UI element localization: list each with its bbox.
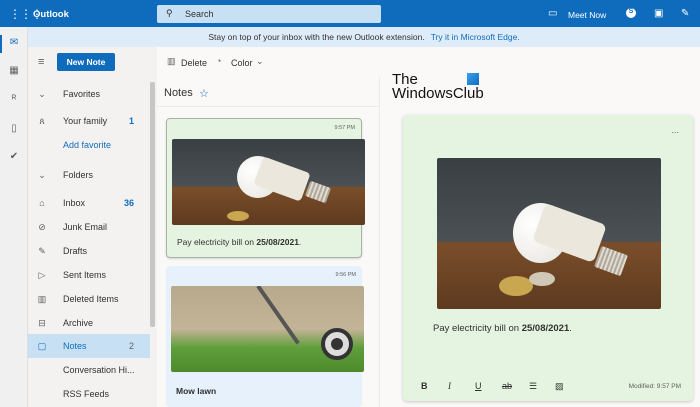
send-icon: ▷ — [38, 270, 46, 280]
delete-button[interactable]: Delete — [181, 58, 207, 68]
favorites-header[interactable]: ⌄ Favorites — [28, 82, 150, 106]
top-bar: ⋮⋮⋮ Outlook ⚲ Search ▭ Meet Now S ▣ ✎ — [0, 0, 700, 27]
note-card[interactable]: 9:57 PM Pay electricity bill on 25/08/20… — [166, 118, 365, 258]
video-icon[interactable]: ▭ — [548, 8, 557, 19]
sidebar-item-inbox[interactable]: ⌂ Inbox 36 — [28, 191, 150, 215]
note-icon: ▢ — [37, 341, 47, 351]
search-placeholder: Search — [185, 9, 214, 19]
chevron-down-icon: ⌄ — [38, 89, 46, 99]
note-text: Pay electricity bill on 25/08/2021. — [177, 237, 302, 247]
sidebar-item-sent[interactable]: ▷ Sent Items — [28, 263, 150, 287]
image-icon[interactable]: ▨ — [555, 381, 564, 392]
underline-button[interactable]: U — [475, 381, 482, 391]
app-rail: ✉ ▦ ᴿ ▯ ✔ — [0, 27, 28, 407]
mail-icon[interactable]: ✉ — [6, 37, 22, 48]
lightbulb-image — [437, 158, 661, 309]
folder-pane: ≡ New Note ⌄ Favorites ጰ Your family 1 Add … — [28, 47, 157, 407]
trash-icon: ▥ — [167, 56, 176, 66]
block-icon: ⊘ — [38, 222, 46, 232]
search-input[interactable]: ⚲ Search — [157, 5, 381, 23]
color-button[interactable]: Color — [231, 58, 253, 68]
meet-now-button[interactable]: Meet Now — [568, 10, 606, 20]
trash-icon: ▥ — [37, 294, 47, 304]
archive-icon: ⊟ — [38, 318, 46, 328]
sidebar-item-rss[interactable]: RSS Feeds — [28, 382, 150, 406]
note-text: Mow lawn — [176, 386, 217, 396]
hamburger-icon[interactable]: ≡ — [38, 56, 44, 68]
feedback-icon[interactable]: ✎ — [681, 8, 689, 19]
attachment-icon[interactable]: ▯ — [6, 123, 22, 134]
chevron-down-icon: ⌄ — [256, 56, 264, 66]
try-edge-link[interactable]: Try it in Microsoft Edge. — [431, 32, 520, 42]
italic-button[interactable]: I — [448, 381, 451, 391]
sidebar-item-junk[interactable]: ⊘ Junk Email — [28, 215, 150, 239]
list-title: Notes — [164, 87, 193, 99]
lightbulb-image — [172, 139, 365, 225]
group-icon: ጰ — [39, 116, 45, 126]
more-options-button[interactable]: ... — [671, 125, 679, 135]
people-icon[interactable]: ᴿ — [6, 94, 22, 105]
todo-icon[interactable]: ✔ — [6, 151, 22, 162]
search-icon: ⚲ — [166, 8, 173, 18]
extension-banner: Stay on top of your inbox with the new O… — [28, 27, 700, 47]
sidebar-item-deleted[interactable]: ▥ Deleted Items — [28, 287, 150, 311]
note-body[interactable]: Pay electricity bill on 25/08/2021. — [433, 323, 572, 334]
modified-time: Modified: 9:57 PM — [628, 383, 681, 390]
skype-icon[interactable]: S — [626, 8, 636, 18]
sidebar-item-archive[interactable]: ⊟ Archive — [28, 311, 150, 335]
folders-header[interactable]: ⌄ Folders — [28, 163, 150, 187]
add-favorite-link[interactable]: Add favorite — [28, 133, 150, 157]
pencil-icon: ✎ — [38, 246, 46, 256]
watermark-logo: The WindowsClub — [392, 71, 484, 102]
strikethrough-button[interactable]: ab — [502, 381, 512, 391]
list-icon[interactable]: ☰ — [529, 381, 537, 392]
sidebar-item-notes[interactable]: ▢ Notes 2 — [28, 334, 150, 358]
palette-icon: ◔ — [216, 56, 222, 66]
sidebar-item-your-family[interactable]: ጰ Your family 1 — [28, 109, 150, 133]
banner-text: Stay on top of your inbox with the new O… — [208, 32, 425, 42]
new-note-button[interactable]: New Note — [57, 53, 115, 71]
lawn-mower-image — [171, 286, 364, 372]
sidebar-item-drafts[interactable]: ✎ Drafts — [28, 239, 150, 263]
inbox-icon: ⌂ — [39, 198, 45, 208]
office-icon[interactable]: ▣ — [654, 8, 663, 19]
notes-list: Notes ☆ 9:57 PM Pay electricity bill on … — [157, 77, 380, 407]
chevron-down-icon: ⌄ — [38, 170, 46, 180]
note-editor[interactable]: ... Pay electricity bill on 25/08/2021. … — [403, 115, 693, 401]
note-card[interactable]: 9:56 PM Mow lawn — [166, 266, 364, 407]
notes-list-header: Notes ☆ — [157, 77, 380, 107]
app-title[interactable]: Outlook — [33, 9, 69, 20]
sidebar-item-conversation-history[interactable]: Conversation Hi... — [28, 358, 150, 382]
calendar-icon[interactable]: ▦ — [6, 65, 22, 76]
scrollbar[interactable] — [150, 82, 155, 327]
star-icon[interactable]: ☆ — [199, 87, 209, 100]
bold-button[interactable]: B — [421, 381, 428, 391]
